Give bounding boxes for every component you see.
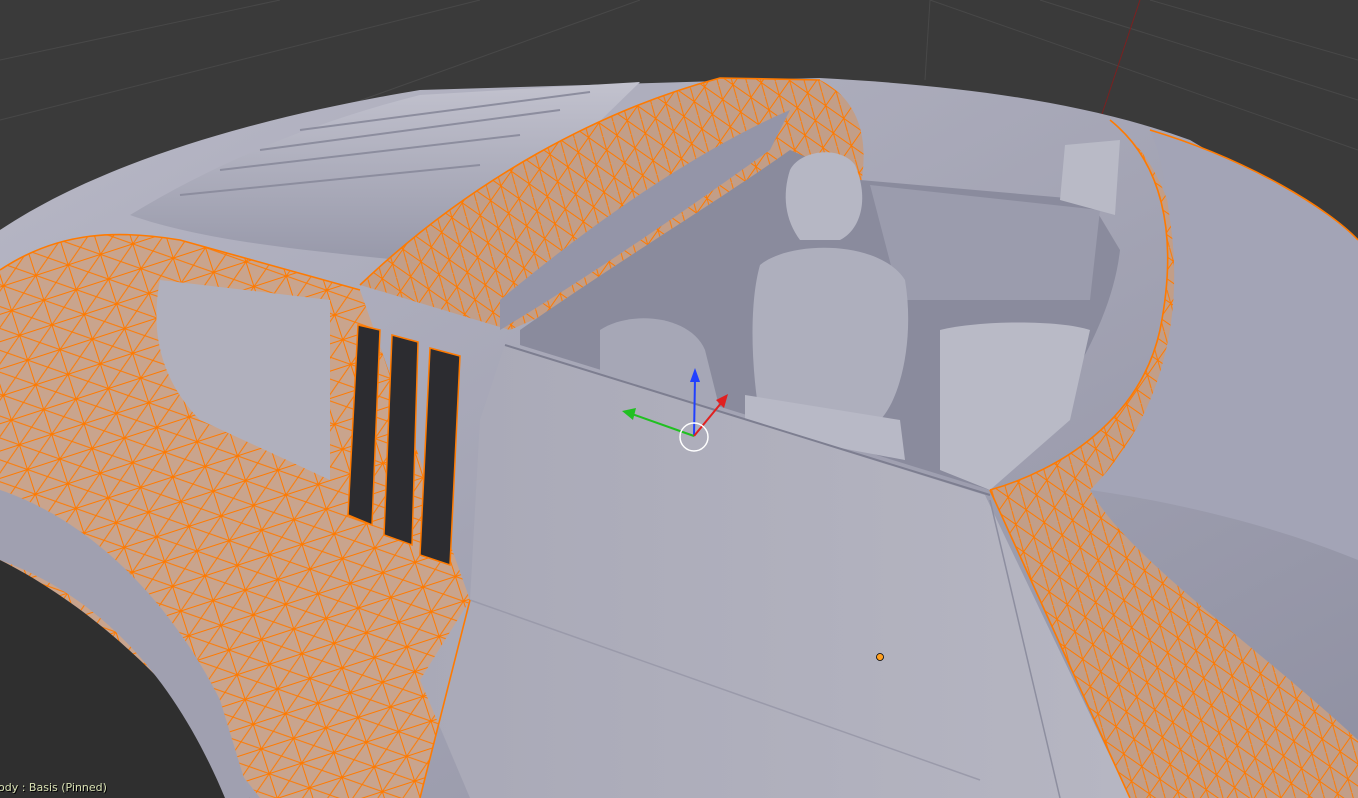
viewport-canvas[interactable] xyxy=(0,0,1358,798)
object-origin-icon[interactable] xyxy=(876,653,884,661)
object-info-text: ody : Basis (Pinned) xyxy=(0,781,107,794)
car-body-mesh[interactable] xyxy=(0,77,1358,798)
3d-viewport[interactable]: ody : Basis (Pinned) xyxy=(0,0,1358,798)
